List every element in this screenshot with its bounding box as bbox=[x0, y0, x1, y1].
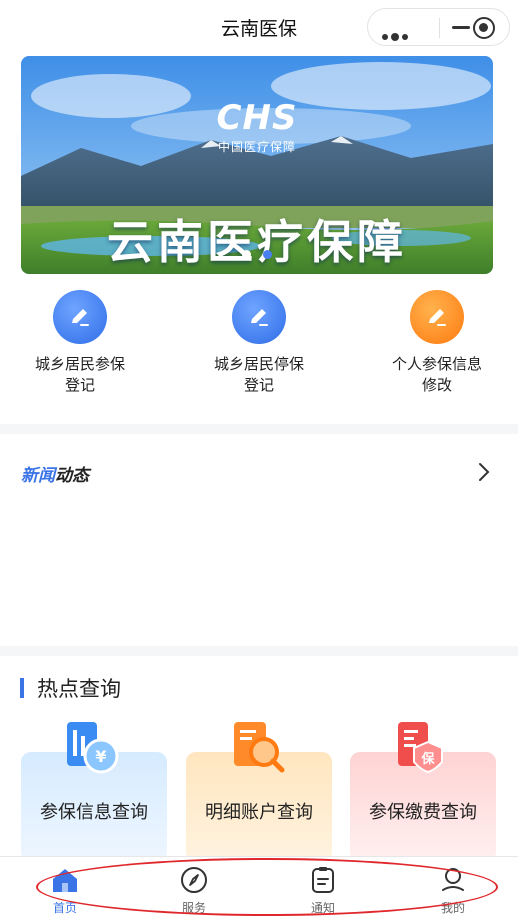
card-label: 明细账户查询 bbox=[205, 802, 313, 823]
carousel-dot-1[interactable] bbox=[242, 250, 251, 259]
card-enrollment-info-query[interactable]: ¥ 参保信息查询 bbox=[21, 722, 167, 862]
tab-label: 服务 bbox=[181, 901, 206, 915]
compass-icon bbox=[179, 865, 209, 895]
document-search-icon bbox=[226, 718, 292, 788]
section-accent-bar bbox=[20, 678, 24, 698]
quick-action-resident-enroll[interactable]: 城乡居民参保 登记 bbox=[5, 290, 155, 396]
card-account-detail-query[interactable]: 明细账户查询 bbox=[186, 722, 332, 862]
banner-carousel[interactable]: CHS 中国医疗保障 云南医疗保障 bbox=[21, 56, 493, 274]
edit-icon bbox=[410, 290, 464, 344]
quick-action-label-line2: 登记 bbox=[64, 376, 95, 394]
clipboard-icon bbox=[308, 865, 338, 895]
payment-document-icon: 保 bbox=[390, 718, 456, 788]
card-label: 参保信息查询 bbox=[40, 802, 148, 823]
chs-logo-subtitle: 中国医疗保障 bbox=[217, 140, 296, 154]
edit-icon bbox=[53, 290, 107, 344]
quick-action-label-line1: 城乡居民参保 bbox=[34, 355, 125, 373]
more-icon[interactable] bbox=[382, 26, 411, 45]
edit-icon bbox=[232, 290, 286, 344]
tab-notice[interactable]: 通知 bbox=[283, 865, 363, 916]
carousel-dot-2[interactable] bbox=[263, 250, 272, 259]
minimize-icon[interactable] bbox=[452, 26, 470, 29]
card-label: 参保缴费查询 bbox=[369, 802, 477, 823]
news-title-part2: 动态 bbox=[55, 466, 89, 486]
svg-text:¥: ¥ bbox=[95, 747, 106, 766]
home-icon bbox=[50, 865, 80, 895]
news-section-title[interactable]: 新闻动态 bbox=[21, 461, 89, 486]
carousel-indicator bbox=[21, 244, 493, 263]
tab-label: 通知 bbox=[310, 901, 335, 915]
hot-query-section: 热点查询 ¥ 参保信息查询 明细账户查询 保 参保缴费查询 bbox=[0, 656, 518, 862]
news-section: 新闻动态 bbox=[0, 434, 518, 646]
quick-action-label-line1: 城乡居民停保 bbox=[213, 355, 304, 373]
quick-action-label-line1: 个人参保信息 bbox=[391, 355, 482, 373]
user-icon bbox=[438, 865, 468, 895]
hot-query-title: 热点查询 bbox=[37, 677, 121, 701]
chevron-right-icon[interactable] bbox=[478, 462, 490, 486]
quick-action-resident-suspend[interactable]: 城乡居民停保 登记 bbox=[184, 290, 334, 396]
quick-action-label-line2: 登记 bbox=[243, 376, 274, 394]
bottom-tab-bar: 首页 服务 通知 我的 bbox=[0, 856, 518, 920]
top-bar: 云南医保 bbox=[0, 0, 518, 52]
tab-label: 我的 bbox=[440, 901, 465, 915]
tab-label: 首页 bbox=[52, 901, 77, 915]
quick-action-label-line2: 修改 bbox=[421, 376, 452, 394]
card-payment-query[interactable]: 保 参保缴费查询 bbox=[350, 722, 496, 862]
quick-action-personal-info-edit[interactable]: 个人参保信息 修改 bbox=[362, 290, 512, 396]
tab-mine[interactable]: 我的 bbox=[413, 865, 493, 916]
close-program-icon[interactable] bbox=[473, 17, 495, 39]
mini-program-capsule bbox=[367, 8, 510, 46]
svg-text:保: 保 bbox=[420, 751, 435, 767]
capsule-divider bbox=[439, 18, 440, 38]
id-card-icon: ¥ bbox=[61, 718, 127, 788]
news-title-part1: 新闻 bbox=[21, 466, 55, 486]
tab-service[interactable]: 服务 bbox=[154, 865, 234, 916]
chs-logo: CHS bbox=[216, 98, 298, 138]
tab-home[interactable]: 首页 bbox=[25, 865, 105, 916]
